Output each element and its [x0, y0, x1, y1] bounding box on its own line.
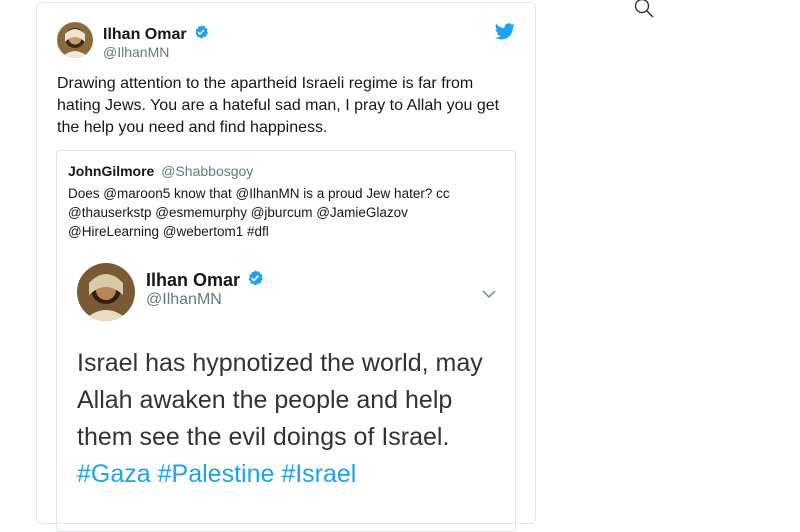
- embedded-author-row: Ilhan Omar: [146, 269, 264, 292]
- hashtag-israel: #Israel: [281, 460, 357, 488]
- hashtag-palestine: #Palestine: [157, 460, 275, 488]
- tweet-text: Drawing attention to the apartheid Israe…: [57, 75, 500, 136]
- quoted-author: JohnGilmore @Shabbosgoy: [68, 163, 253, 179]
- embedded-author-name: Ilhan Omar: [146, 270, 241, 290]
- verified-badge-icon: [193, 24, 209, 45]
- embedded-text-plain: Israel has hypnotized the world, may All…: [77, 349, 483, 451]
- embedded-author-handle: @IlhanMN: [146, 291, 222, 308]
- author-handle[interactable]: @IlhanMN: [103, 44, 169, 60]
- chevron-down-icon: [481, 287, 497, 305]
- search-icon[interactable]: [632, 0, 658, 27]
- quoted-author-name[interactable]: JohnGilmore: [68, 163, 154, 179]
- author-row: Ilhan Omar: [103, 24, 209, 45]
- quoted-author-handle[interactable]: @Shabbosgoy: [161, 163, 253, 179]
- quoted-text: Does @maroon5 know that @IlhanMN is a pr…: [68, 186, 450, 239]
- embedded-avatar: [77, 263, 135, 321]
- avatar[interactable]: [57, 22, 93, 58]
- quoted-tweet[interactable]: JohnGilmore @Shabbosgoy Does @maroon5 kn…: [56, 150, 516, 532]
- verified-badge-icon: [246, 269, 264, 292]
- hashtag-gaza: #Gaza: [77, 460, 151, 488]
- embedded-tweet-text: Israel has hypnotized the world, may All…: [77, 345, 507, 493]
- tweet-card[interactable]: Ilhan Omar @IlhanMN Drawing attention to…: [36, 2, 536, 532]
- author-name[interactable]: Ilhan Omar: [103, 26, 187, 44]
- twitter-bird-icon[interactable]: [495, 23, 515, 45]
